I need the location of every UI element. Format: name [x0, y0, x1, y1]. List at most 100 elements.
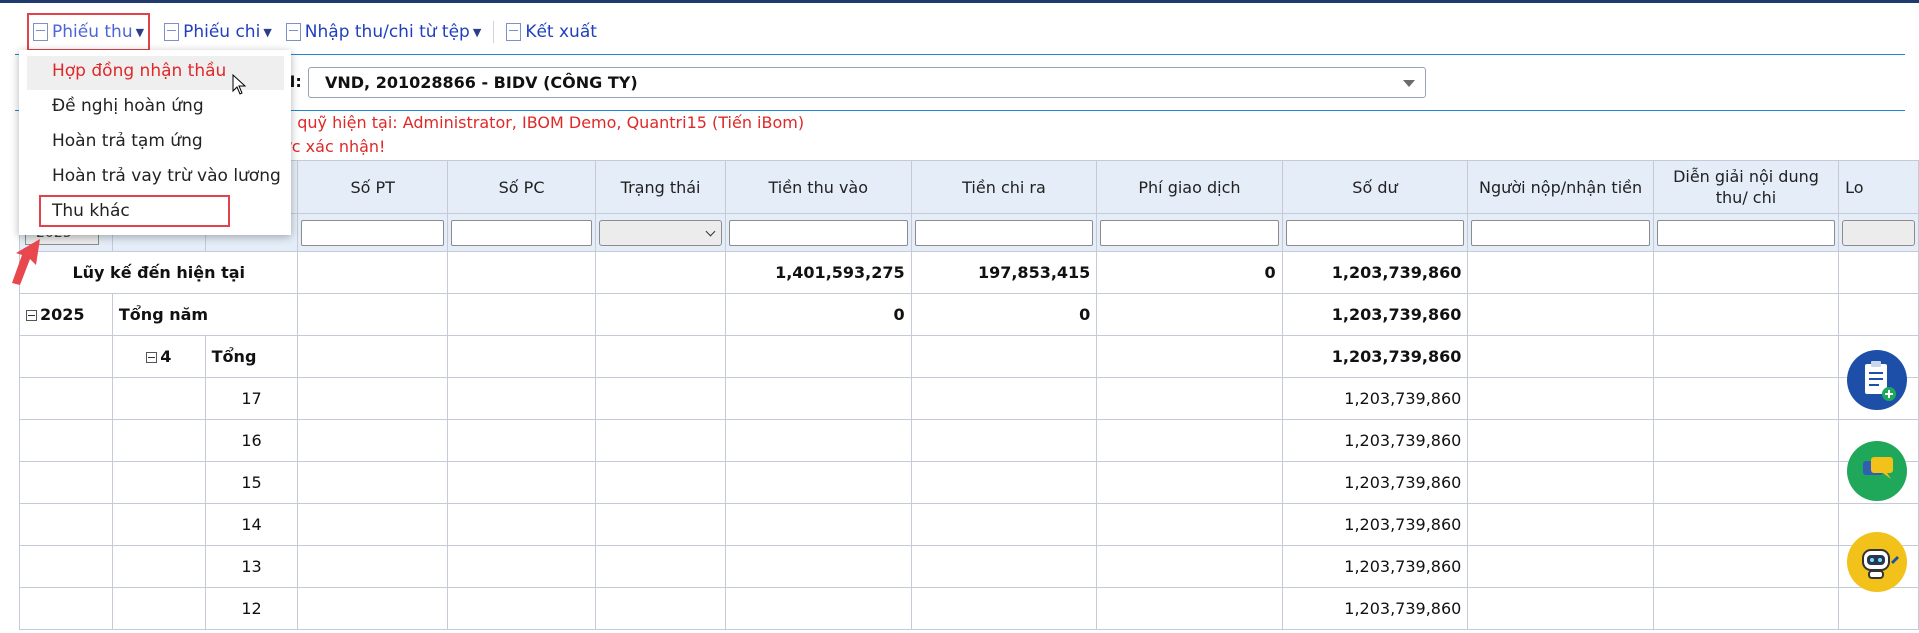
receipt-button[interactable]: Phiếu thu ▼	[27, 13, 151, 51]
year-cell[interactable]: 2025	[19, 293, 113, 336]
chevron-down-icon	[705, 226, 716, 236]
day-cell: 14	[204, 503, 299, 546]
cashbook-grid: Số PT Số PC Trạng thái Tiền thu vào Tiền…	[19, 160, 1919, 633]
day-balance: 1,203,739,860	[1281, 545, 1469, 588]
filter-payment-no-input[interactable]	[450, 219, 593, 246]
filter-description-cell	[1652, 213, 1840, 252]
add-note-fab[interactable]	[1847, 350, 1907, 410]
month-cell[interactable]: 4	[111, 335, 206, 378]
day-cell: 15	[204, 461, 299, 504]
filter-description-input[interactable]	[1656, 219, 1836, 246]
chevron-down-icon: ▼	[263, 25, 272, 39]
filter-status-cell	[595, 213, 726, 252]
receipt-dropdown-menu: Hợp đồng nhận thầu Đề nghị hoàn ứng Hoàn…	[19, 50, 291, 235]
robot-icon	[1862, 549, 1899, 579]
table-row[interactable]: 17 1,203,739,860	[19, 377, 1919, 420]
col-balance[interactable]: Số dư	[1281, 160, 1469, 214]
confirm-note: ợc xác nhận!	[282, 137, 386, 156]
import-button-label: Nhập thu/chi từ tệp	[304, 22, 470, 42]
day-balance: 1,203,739,860	[1281, 377, 1469, 420]
year-balance: 1,203,739,860	[1281, 293, 1469, 336]
col-fee[interactable]: Phí giao dịch	[1096, 160, 1283, 214]
filter-balance-cell	[1281, 213, 1469, 252]
filter-money-in-cell	[724, 213, 912, 252]
day-balance: 1,203,739,860	[1281, 419, 1469, 462]
filter-receipt-no-cell	[297, 213, 448, 252]
chevron-down-icon: ▼	[135, 25, 145, 39]
month-row: 4 Tổng 1,203,739,860	[19, 335, 1919, 378]
filter-payer-cell	[1467, 213, 1654, 252]
col-money-out[interactable]: Tiền chi ra	[910, 160, 1098, 214]
collapse-icon[interactable]	[146, 352, 158, 363]
col-receipt-no[interactable]: Số PT	[297, 160, 448, 214]
filter-money-in-input[interactable]	[728, 219, 908, 246]
summary-money-out: 197,853,415	[910, 251, 1098, 294]
col-status[interactable]: Trạng thái	[595, 160, 726, 214]
col-money-in[interactable]: Tiền thu vào	[724, 160, 912, 214]
filter-money-out-cell	[910, 213, 1098, 252]
year-total-label: Tổng năm	[111, 293, 299, 336]
year-money-out: 0	[910, 293, 1098, 336]
collapse-icon[interactable]	[26, 310, 37, 321]
filter-lo-cell	[1838, 213, 1919, 252]
menu-item-advance-refund-request[interactable]: Đề nghị hoàn ứng	[52, 96, 204, 116]
col-payer[interactable]: Người nộp/nhận tiền	[1467, 160, 1654, 214]
top-bar	[0, 0, 1919, 3]
menu-item-advance-return[interactable]: Hoàn trả tạm ứng	[52, 131, 203, 151]
filter-status-select[interactable]	[599, 219, 722, 246]
chat-fab[interactable]	[1847, 441, 1907, 501]
filter-payer-input[interactable]	[1471, 219, 1650, 246]
year-value: 2025	[40, 305, 85, 324]
export-icon	[506, 23, 522, 41]
other-income-highlight-box	[39, 195, 230, 227]
table-row[interactable]: 15 1,203,739,860	[19, 461, 1919, 504]
import-button[interactable]: Nhập thu/chi từ tệp ▼	[285, 22, 482, 42]
payment-button[interactable]: Phiếu chi ▼	[164, 22, 272, 42]
col-description[interactable]: Diễn giải nội dung thu/ chi	[1652, 160, 1840, 214]
annotation-arrow-icon	[12, 239, 40, 285]
account-divider	[15, 110, 1905, 111]
receipt-button-label: Phiếu thu	[52, 22, 133, 42]
month-value: 4	[160, 347, 172, 366]
month-balance: 1,203,739,860	[1281, 335, 1469, 378]
filter-receipt-no-input[interactable]	[301, 219, 444, 246]
export-button-label: Kết xuất	[525, 22, 597, 42]
table-row[interactable]: 12 1,203,739,860	[19, 587, 1919, 630]
account-select-value: VND, 201028866 - BIDV (CÔNG TY)	[325, 73, 638, 92]
day-balance: 1,203,739,860	[1281, 587, 1469, 630]
chat-icon	[1863, 457, 1893, 479]
col-payment-no[interactable]: Số PC	[446, 160, 597, 214]
document-icon	[33, 23, 48, 41]
year-money-in: 0	[724, 293, 912, 336]
clipboard-add-icon	[1865, 361, 1896, 401]
account-select[interactable]: VND, 201028866 - BIDV (CÔNG TY)	[308, 67, 1426, 98]
filter-payment-no-cell	[446, 213, 597, 252]
table-row[interactable]: 16 1,203,739,860	[19, 419, 1919, 462]
toolbar-separator	[493, 21, 495, 43]
menu-item-salary-deduction[interactable]: Hoàn trả vay trừ vào lương	[52, 166, 281, 186]
table-row[interactable]: 13 1,203,739,860	[19, 545, 1919, 588]
payment-button-label: Phiếu chi	[183, 22, 261, 42]
cashier-note: ủ quỹ hiện tại: Administrator, IBOM Demo…	[282, 113, 805, 132]
day-balance: 1,203,739,860	[1281, 461, 1469, 504]
support-robot-fab[interactable]	[1847, 532, 1907, 592]
export-button[interactable]: Kết xuất	[506, 22, 597, 42]
dropdown-arrow-icon	[1403, 80, 1415, 87]
col-lo[interactable]: Lo	[1838, 160, 1919, 214]
summary-balance: 1,203,739,860	[1281, 251, 1469, 294]
day-cell: 13	[204, 545, 299, 588]
day-cell: 17	[204, 377, 299, 420]
filter-balance-input[interactable]	[1285, 219, 1465, 246]
table-row[interactable]: 14 1,203,739,860	[19, 503, 1919, 546]
year-row: 2025 Tổng năm 0 0 1,203,739,860	[19, 293, 1919, 336]
day-balance: 1,203,739,860	[1281, 503, 1469, 546]
filter-lo-select[interactable]	[1842, 219, 1915, 246]
mouse-cursor-icon	[232, 74, 246, 95]
document-icon	[164, 23, 180, 41]
chevron-down-icon: ▼	[472, 25, 482, 39]
menu-item-construction-contract[interactable]: Hợp đồng nhận thầu	[52, 61, 226, 81]
filter-fee-input[interactable]	[1100, 219, 1279, 246]
month-total-label: Tổng	[204, 335, 299, 378]
filter-money-out-input[interactable]	[914, 219, 1094, 246]
summary-row: Lũy kế đến hiện tại 1,401,593,275 197,85…	[19, 251, 1919, 294]
